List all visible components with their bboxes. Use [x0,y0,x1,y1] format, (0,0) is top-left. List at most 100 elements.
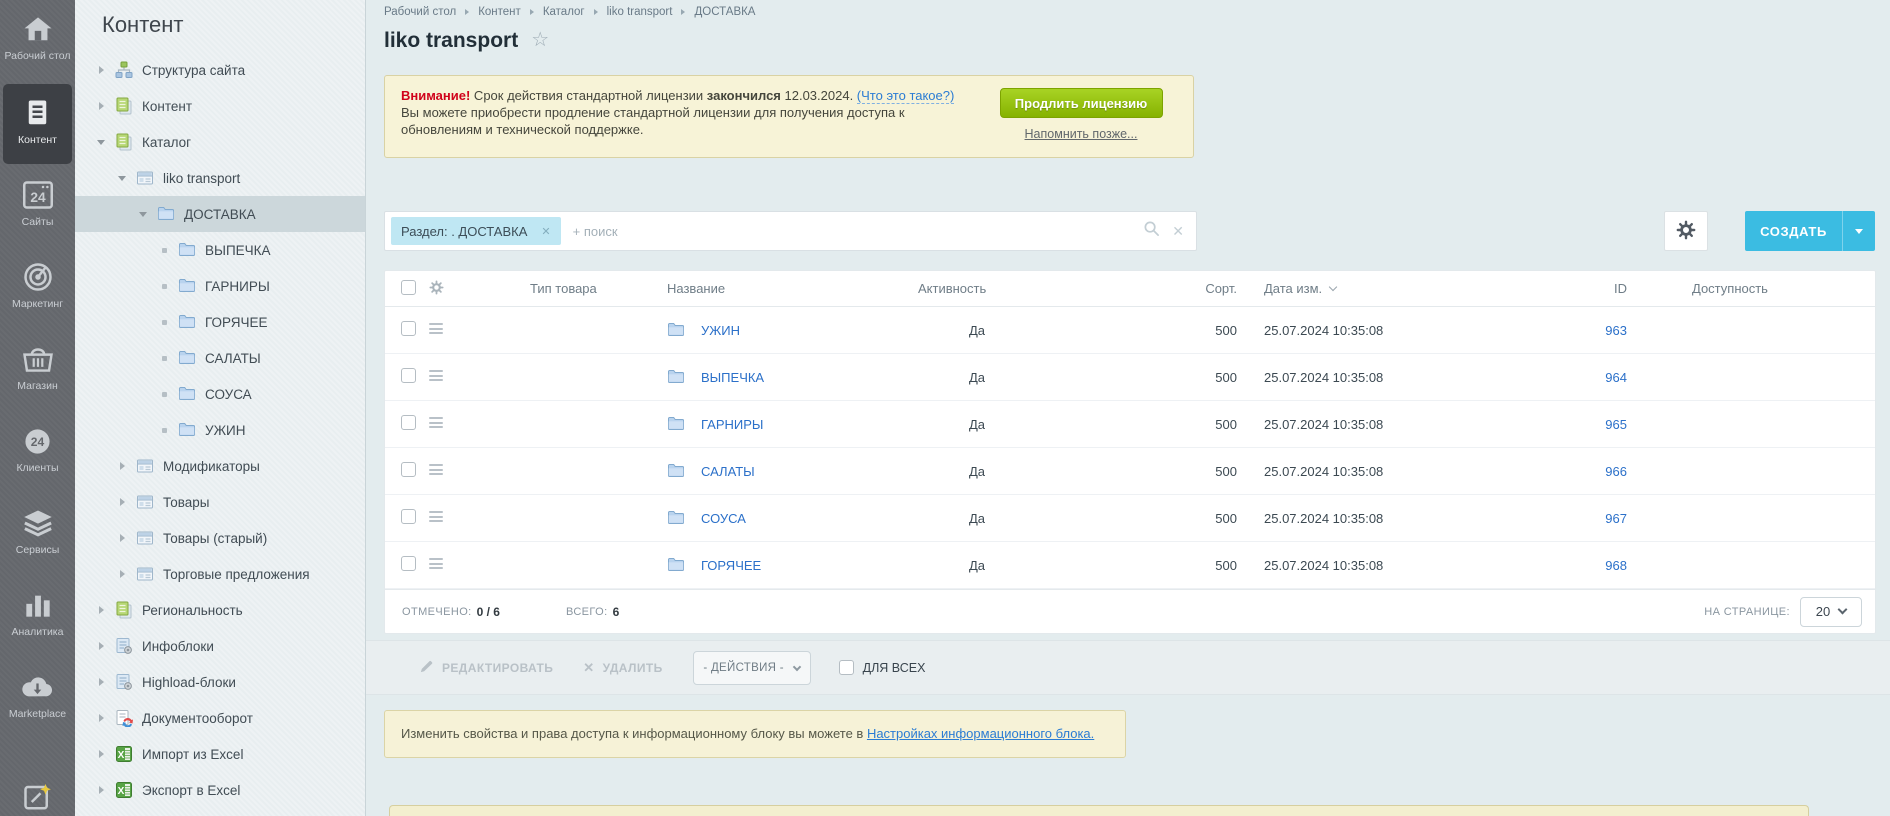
tree-toggle-icon[interactable] [158,428,170,433]
filter-chip[interactable]: Раздел: . ДОСТАВКА ✕ [391,217,561,245]
tree-toggle-icon[interactable] [95,606,107,614]
row-menu-icon[interactable] [429,321,443,337]
tree-toggle-icon[interactable] [95,750,107,758]
tree-toggle-icon[interactable] [116,462,128,470]
rail-item-wizard[interactable] [0,768,75,816]
rail-item-marketplace[interactable]: Marketplace [0,658,75,740]
remind-later-link[interactable]: Напомнить позже... [1025,127,1138,141]
tree-item-kontent[interactable]: Контент [75,88,365,124]
tree-item-tovary-staryi[interactable]: Товары (старый) [75,520,365,556]
tree-toggle-icon[interactable] [95,714,107,722]
tree-toggle-icon[interactable] [116,176,128,181]
col-header-access[interactable]: Доступность [1637,281,1875,296]
tree-item-regionalnost[interactable]: Региональность [75,592,365,628]
tree-item-modifikatory[interactable]: Модификаторы [75,448,365,484]
section-id-link[interactable]: 964 [1605,370,1627,385]
section-id-link[interactable]: 968 [1605,558,1627,573]
tree-item-vypechka[interactable]: ВЫПЕЧКА [75,232,365,268]
tree-toggle-icon[interactable] [137,212,149,217]
rail-item-desktop[interactable]: Рабочий стол [0,0,75,82]
section-name-link[interactable]: СОУСА [701,511,746,526]
section-id-link[interactable]: 965 [1605,417,1627,432]
tree-toggle-icon[interactable] [158,320,170,325]
col-header-active[interactable]: Активность [917,281,1167,296]
edit-selected-button[interactable]: РЕДАКТИРОВАТЬ [419,659,553,677]
tree-toggle-icon[interactable] [158,356,170,361]
section-name-link[interactable]: УЖИН [701,323,740,338]
row-checkbox[interactable] [401,509,416,524]
tree-toggle-icon[interactable] [116,534,128,542]
breadcrumb-item[interactable]: Каталог [543,6,585,18]
actions-dropdown[interactable]: - ДЕЙСТВИЯ - [693,651,811,685]
clear-filter-icon[interactable]: ✕ [1172,223,1184,240]
section-name-link[interactable]: САЛАТЫ [701,464,755,479]
section-name-link[interactable]: ГАРНИРЫ [701,417,763,432]
grid-settings-button[interactable] [1664,211,1708,251]
rail-item-shop[interactable]: Магазин [0,330,75,412]
search-icon[interactable] [1143,220,1160,242]
breadcrumb-item[interactable]: Рабочий стол [384,6,456,18]
rail-item-services[interactable]: Сервисы [0,494,75,576]
tree-item-dokumentooborot[interactable]: Документооборот [75,700,365,736]
breadcrumb-item[interactable]: ДОСТАВКА [694,6,755,18]
rail-item-marketing[interactable]: Маркетинг [0,248,75,330]
tree-item-goryachee[interactable]: ГОРЯЧЕЕ [75,304,365,340]
tree-toggle-icon[interactable] [116,570,128,578]
license-help-link[interactable]: (Что это такое?) [857,88,955,104]
tree-toggle-icon[interactable] [95,642,107,650]
row-menu-icon[interactable] [429,368,443,384]
section-name-link[interactable]: ГОРЯЧЕЕ [701,558,761,573]
rail-item-content[interactable]: Контент [3,84,72,164]
section-id-link[interactable]: 963 [1605,323,1627,338]
for-all-toggle[interactable]: ДЛЯ ВСЕХ [839,660,926,675]
tree-item-salaty[interactable]: САЛАТЫ [75,340,365,376]
tree-toggle-icon[interactable] [95,66,107,74]
row-checkbox[interactable] [401,368,416,383]
col-header-id[interactable]: ID [1587,281,1637,296]
columns-gear-icon[interactable] [429,283,444,298]
rail-item-analytics[interactable]: Аналитика [0,576,75,658]
row-menu-icon[interactable] [429,556,443,572]
renew-license-button[interactable]: Продлить лицензию [1000,88,1163,118]
col-header-modified[interactable]: Дата изм. [1247,281,1587,296]
row-menu-icon[interactable] [429,509,443,525]
tree-item-torgovye-predlozheniya[interactable]: Торговые предложения [75,556,365,592]
search-placeholder[interactable]: + поиск [573,224,1144,239]
infoblock-settings-link[interactable]: Настройках информационного блока. [867,726,1094,741]
tree-item-katalog[interactable]: Каталог [75,124,365,160]
create-button[interactable]: СОЗДАТЬ [1745,211,1875,251]
row-checkbox[interactable] [401,462,416,477]
for-all-checkbox[interactable] [839,660,854,675]
row-checkbox[interactable] [401,415,416,430]
per-page-select[interactable]: 20 [1800,597,1862,627]
favorite-star-icon[interactable]: ☆ [531,27,549,52]
breadcrumb-item[interactable]: liko transport [607,6,673,18]
chip-remove-icon[interactable]: ✕ [541,225,550,238]
rail-item-sites[interactable]: 24 Сайты [0,166,75,248]
tree-toggle-icon[interactable] [95,678,107,686]
tree-item-highload-bloki[interactable]: Highload-блоки [75,664,365,700]
tree-item-eksport-excel[interactable]: X Экспорт в Excel [75,772,365,808]
rail-item-clients[interactable]: 24 Клиенты [0,412,75,494]
delete-selected-button[interactable]: ✕ УДАЛИТЬ [583,660,662,676]
col-header-sort[interactable]: Сорт. [1167,281,1247,296]
section-id-link[interactable]: 967 [1605,511,1627,526]
tree-item-sousa[interactable]: СОУСА [75,376,365,412]
row-menu-icon[interactable] [429,462,443,478]
filter-search-bar[interactable]: Раздел: . ДОСТАВКА ✕ + поиск ✕ [384,211,1197,251]
col-header-name[interactable]: Название [667,281,917,296]
tree-toggle-icon[interactable] [116,498,128,506]
tree-item-liko-transport[interactable]: liko transport [75,160,365,196]
row-checkbox[interactable] [401,556,416,571]
create-dropdown-arrow[interactable] [1842,211,1875,251]
tree-item-uzhin[interactable]: УЖИН [75,412,365,448]
tree-item-tovary[interactable]: Товары [75,484,365,520]
tree-toggle-icon[interactable] [95,786,107,794]
section-name-link[interactable]: ВЫПЕЧКА [701,370,764,385]
tree-item-dostavka[interactable]: ДОСТАВКА [75,196,365,232]
tree-item-garniry[interactable]: ГАРНИРЫ [75,268,365,304]
tree-item-struktura-sayta[interactable]: Структура сайта [75,52,365,88]
row-menu-icon[interactable] [429,415,443,431]
tree-toggle-icon[interactable] [158,284,170,289]
col-header-type[interactable]: Тип товара [489,281,667,296]
